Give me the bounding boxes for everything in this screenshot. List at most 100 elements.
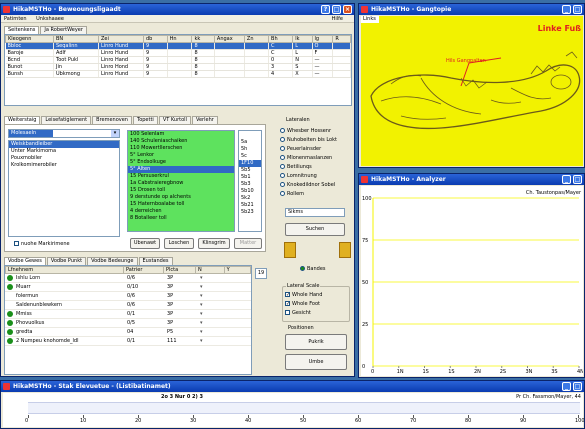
- uebernehmen-button[interactable]: Ubenawt: [130, 238, 160, 249]
- list-item[interactable]: 5° Alten: [128, 166, 234, 173]
- lateral-option[interactable]: Lomnitnung: [280, 172, 352, 181]
- loeschen-button[interactable]: Loschen: [164, 238, 194, 249]
- umbe-button[interactable]: Umbe: [285, 354, 347, 370]
- list-item[interactable]: 5k2: [239, 195, 261, 202]
- list-item[interactable]: Krolkomimerobiler: [9, 162, 119, 169]
- list-item[interactable]: 110 Mowertllerschen: [128, 145, 234, 152]
- col-header[interactable]: Zei: [98, 35, 144, 43]
- pukrik-button[interactable]: Pukrik: [285, 334, 347, 350]
- timeline-area[interactable]: 2o 3 Nur 0 2) 3 Pr Ch. Fassmon/Mayer, 44…: [3, 393, 584, 427]
- col-header[interactable]: Hn: [166, 35, 193, 43]
- scale-option[interactable]: Gesicht: [285, 309, 322, 318]
- lateral-option[interactable]: Knokedildnor Sobel: [280, 181, 352, 190]
- row-dropdown[interactable]: ▾: [200, 319, 203, 328]
- list-item[interactable]: 5b21: [239, 202, 261, 209]
- col-header[interactable]: BN: [53, 35, 99, 43]
- table-row[interactable]: Saldenunblewkern 0/6 3P ▾: [5, 301, 251, 310]
- list-item[interactable]: 5° Endsolkuge: [128, 159, 234, 166]
- menu-item-hilfe[interactable]: Hilfe: [332, 15, 343, 23]
- tab-robertweyer[interactable]: Ja RobertWeyer: [40, 26, 87, 34]
- list-item[interactable]: 9 derstunde op alchents: [128, 194, 234, 201]
- list-item[interactable]: 15 Persuserkrul: [128, 173, 234, 180]
- list-item[interactable]: 5a: [239, 139, 261, 146]
- maximize-icon[interactable]: □: [573, 5, 582, 14]
- bandes-radio[interactable]: Bandes: [300, 265, 326, 274]
- col-header[interactable]: Patrier: [123, 266, 164, 274]
- list-item[interactable]: 100 Selenlam: [128, 131, 234, 138]
- list-item[interactable]: 5b10: [239, 188, 261, 195]
- table-row[interactable]: Bbloc Seqalinn Linro Hund 9 8 C L O: [5, 42, 351, 50]
- foot-canvas[interactable]: Links Linke Fuß Hils Gangpalten: [361, 16, 583, 166]
- tab-seitenkens[interactable]: Seitenkens: [4, 26, 40, 34]
- left-list[interactable]: Weiskbandleiber Unter Markimoma Pouxmobi…: [8, 140, 120, 237]
- scale-option[interactable]: ✓ Whole Foot: [285, 300, 322, 309]
- list-item[interactable]: 4 derreichen: [128, 208, 234, 215]
- list-item[interactable]: 5c: [239, 153, 261, 160]
- checkbox-box[interactable]: [14, 241, 19, 246]
- list-item[interactable]: Weiskbandleiber: [9, 141, 119, 148]
- col-header[interactable]: lg: [311, 35, 334, 43]
- col-header[interactable]: R: [332, 35, 351, 43]
- row-dropdown[interactable]: ▾: [200, 337, 203, 346]
- tab-vodbe-punkt[interactable]: Vodbe Punkt: [46, 257, 87, 265]
- col-header[interactable]: Angax: [213, 35, 245, 43]
- klinsgrim-button[interactable]: Klinsgrim: [198, 238, 230, 249]
- tab-verlehr[interactable]: Verlehr: [191, 116, 218, 124]
- list-item[interactable]: 5h: [239, 146, 261, 153]
- table-row[interactable]: Bunsh Ubkmong Linro Hund 9 8 4 X —: [5, 70, 351, 78]
- radio-icon[interactable]: [280, 128, 285, 133]
- maximize-icon[interactable]: □: [573, 175, 582, 184]
- help-icon[interactable]: ?: [321, 5, 330, 14]
- col-header[interactable]: Plcta: [163, 266, 196, 274]
- table-row[interactable]: Phovuolkus 0/5 3P ▾: [5, 319, 251, 328]
- list-item[interactable]: 1F10: [239, 160, 261, 167]
- lateral-option[interactable]: Betiliunqs: [280, 163, 352, 172]
- list-item[interactable]: 5b3: [239, 181, 261, 188]
- table-row[interactable]: folermun 0/6 3P ▾: [5, 292, 251, 301]
- radio-icon[interactable]: [300, 266, 305, 271]
- tab-eustandes[interactable]: Eustandes: [138, 257, 173, 265]
- col-header[interactable]: db: [143, 35, 168, 43]
- table-row[interactable]: 2 Numpeu knohomde_ldl 0/1 111 ▾: [5, 337, 251, 346]
- code-list[interactable]: 5a 5h 5c 1F10 5b5 5b1 5b3 5b10 5k2 5b21 …: [238, 130, 262, 232]
- table-row[interactable]: Bunot Jin Linro Hond 9 8 3 S —: [5, 63, 351, 71]
- list-item[interactable]: 5b23: [239, 209, 261, 216]
- tab-leisefatiglement[interactable]: Leisefatiglement: [41, 116, 92, 124]
- folder-icon-left[interactable]: [284, 242, 296, 258]
- suchen-button[interactable]: Suchen: [285, 223, 345, 236]
- minimize-icon[interactable]: _: [562, 175, 571, 184]
- table-row[interactable]: Ishlu Lorn 0/6 3P ▾: [5, 274, 251, 283]
- list-item[interactable]: 1a Cabstraieregbnow: [128, 180, 234, 187]
- exercise-list[interactable]: 100 Selenlam 140 Schuleniaschaiken 110 M…: [127, 130, 235, 232]
- tab-weiterstaig[interactable]: Weiterstaig: [4, 116, 41, 124]
- chart-area[interactable]: Ch. Taustonpas/Mayer 100 75 50 25 0 0 1N 1S 1S 2N…: [361, 186, 583, 376]
- list-item[interactable]: 15 Haternboalabe toll: [128, 201, 234, 208]
- lateral-option[interactable]: Whesber Hossenr: [280, 127, 352, 136]
- checkbox-left[interactable]: nuohe Markirimene: [14, 240, 70, 249]
- list-item[interactable]: 15 Drosen toll: [128, 187, 234, 194]
- radio-icon[interactable]: [280, 164, 285, 169]
- maximize-icon[interactable]: □: [332, 5, 341, 14]
- chevron-down-icon[interactable]: ▾: [111, 130, 119, 137]
- col-header[interactable]: Y: [223, 266, 252, 274]
- table-row[interactable]: Baroje Adlf Linro Hund 9 8 C L F: [5, 49, 351, 57]
- row-dropdown[interactable]: ▾: [200, 283, 203, 292]
- radio-icon[interactable]: [280, 137, 285, 142]
- table-row[interactable]: Muarr 0/10 3P ▾: [5, 283, 251, 292]
- timeline-titlebar[interactable]: HikaMSTHo - Stak Elevuetue - (Listibatin…: [1, 381, 584, 392]
- table-row[interactable]: gredta 04 P5 ▾: [5, 328, 251, 337]
- row-dropdown[interactable]: ▾: [200, 274, 203, 283]
- list-item[interactable]: 5° Lenkor: [128, 152, 234, 159]
- category-combo[interactable]: Molesaeln ▾: [8, 129, 120, 138]
- radio-icon[interactable]: [280, 191, 285, 196]
- tab-vodbe-gewes[interactable]: Vodbe Gewes: [4, 257, 46, 265]
- folder-icon-right[interactable]: [339, 242, 351, 258]
- row-dropdown[interactable]: ▾: [200, 310, 203, 319]
- list-item[interactable]: 8 Botalleer toll: [128, 215, 234, 222]
- tab-vt-kurtoll[interactable]: VT Kurtoll: [158, 116, 191, 124]
- lateral-option[interactable]: Rollem: [280, 190, 352, 199]
- col-header[interactable]: Zn: [243, 35, 270, 43]
- scale-option[interactable]: ✓ Whole Hand: [285, 291, 322, 300]
- lateral-input[interactable]: Sikms: [285, 208, 345, 217]
- lateral-option[interactable]: Peuerlainsder: [280, 145, 352, 154]
